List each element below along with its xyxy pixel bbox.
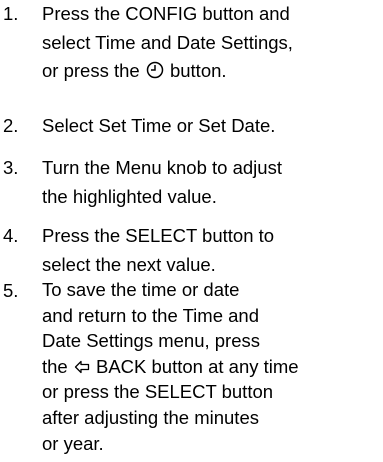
step-text: Press the SELECT button to select the ne… <box>42 222 383 279</box>
back-arrow-icon <box>74 359 90 375</box>
step-number: 1. <box>3 3 19 24</box>
step-text: Turn the Menu knob to adjust the highlig… <box>42 154 383 211</box>
step-line-part: button. <box>169 60 227 81</box>
step-line-part: or press the <box>42 60 140 81</box>
step-line: or year. <box>42 432 104 454</box>
step-line: or press the SELECT button <box>42 381 274 403</box>
step-line: Date Settings menu, press <box>42 330 260 352</box>
step-line: select the next value. <box>42 253 216 275</box>
clock-icon <box>146 61 164 79</box>
step-line-part: the <box>42 355 68 377</box>
step-number: 3. <box>3 157 19 178</box>
step-number: 4. <box>3 225 19 246</box>
step-line: and return to the Time and <box>42 304 259 326</box>
step-line: Turn the Menu knob to adjust <box>42 157 282 178</box>
step-line: To save the time or date <box>42 279 240 300</box>
step-line: or press the button. <box>42 57 383 86</box>
step-line: the highlighted value. <box>42 185 217 207</box>
step-line: the BACK button at any time <box>42 354 383 380</box>
step-line: after adjusting the minutes <box>42 406 259 428</box>
step-line: Press the CONFIG button and <box>42 3 290 24</box>
step-line: Select Set Time or Set Date. <box>42 115 276 136</box>
step-text: Press the CONFIG button and select Time … <box>42 0 383 86</box>
step-line: select Time and Date Settings, <box>42 31 293 53</box>
step-text: To save the time or date and return to t… <box>42 277 383 456</box>
step-line-part: BACK button at any time <box>96 355 299 377</box>
step-number: 2. <box>3 115 19 136</box>
step-line: Press the SELECT button to <box>42 225 275 246</box>
step-number: 5. <box>3 280 19 301</box>
step-text: Select Set Time or Set Date. <box>42 112 383 141</box>
